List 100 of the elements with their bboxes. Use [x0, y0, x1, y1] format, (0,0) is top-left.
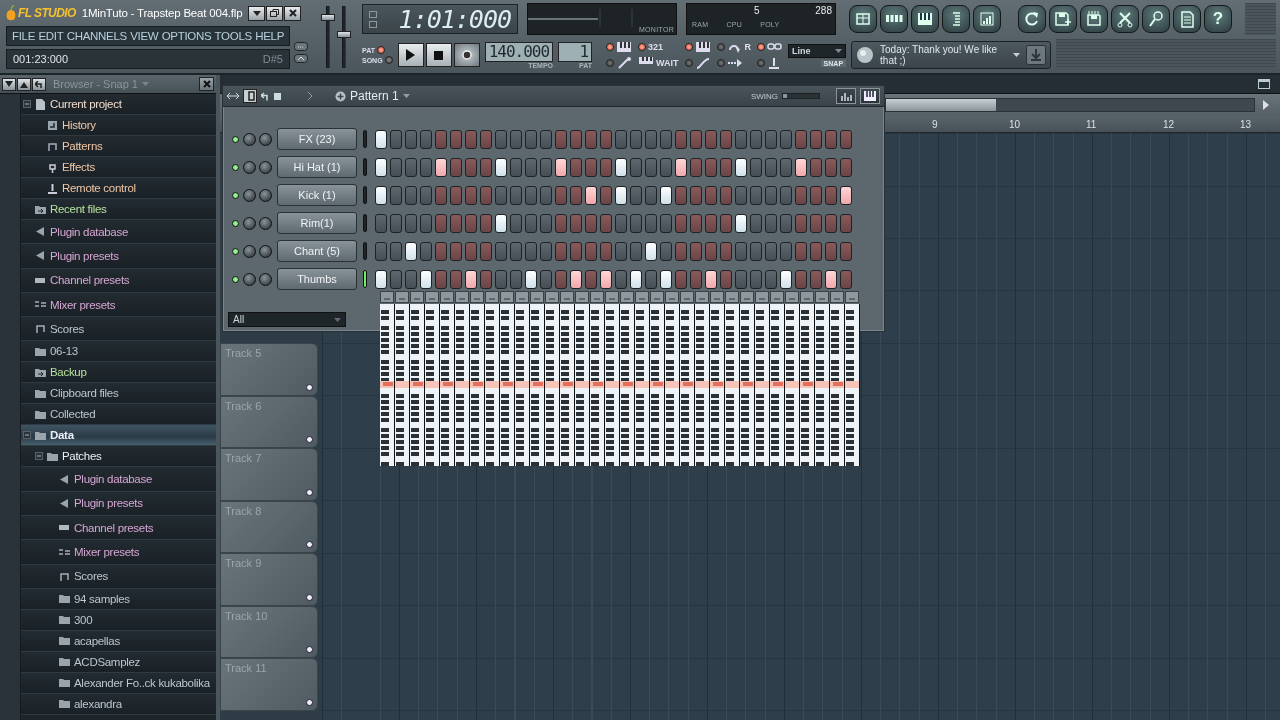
channel-button[interactable]: FX (23): [277, 128, 357, 150]
toggle-button[interactable]: 321: [638, 39, 679, 55]
channel-led[interactable]: [232, 163, 239, 171]
browser-item[interactable]: ACDSamplez: [21, 651, 216, 673]
piano-button[interactable]: [911, 5, 939, 33]
close-button[interactable]: [199, 77, 214, 91]
browser-item[interactable]: Recent files: [21, 199, 216, 220]
track-led-icon[interactable]: [306, 488, 313, 496]
slider-thumb[interactable]: [321, 14, 335, 22]
volume-knob[interactable]: [259, 188, 272, 202]
channel-led[interactable]: [232, 247, 239, 255]
menu-item[interactable]: OPTIONS: [160, 30, 213, 42]
browser-item[interactable]: Plugin database: [21, 467, 216, 492]
channel-led[interactable]: [232, 275, 239, 283]
step-button[interactable]: [660, 185, 672, 205]
volume-knob[interactable]: [259, 132, 272, 146]
menu-item[interactable]: VIEW: [129, 30, 160, 42]
stop-button[interactable]: [425, 43, 452, 67]
channel-led[interactable]: [232, 219, 239, 227]
browser-item[interactable]: Plugin database: [21, 220, 216, 245]
channel-led[interactable]: [232, 135, 239, 143]
browser-item[interactable]: Data: [21, 425, 216, 447]
browser-item[interactable]: Alexander Fo..ck kukabolika: [21, 672, 216, 694]
filter-dropdown[interactable]: All: [228, 312, 346, 327]
scrollbar[interactable]: [885, 98, 1255, 112]
step-button[interactable]: [825, 269, 837, 289]
toggle-button[interactable]: WAIT: [638, 55, 679, 71]
browser-item[interactable]: 06-13: [21, 341, 216, 363]
tempo-display[interactable]: 140.000: [484, 41, 554, 62]
step-button[interactable]: [570, 269, 582, 289]
step-button[interactable]: [840, 185, 852, 205]
step-button[interactable]: [465, 269, 477, 289]
step-sequencer-button[interactable]: [880, 5, 908, 33]
toggle-button[interactable]: [684, 39, 711, 55]
menu-item[interactable]: CHANNELS: [65, 30, 128, 42]
record-button[interactable]: [453, 43, 480, 67]
browser-item[interactable]: Channel presets: [21, 268, 216, 293]
step-button[interactable]: [735, 213, 747, 233]
browser-item[interactable]: Plugin presets: [21, 491, 216, 517]
pan-knob[interactable]: [243, 188, 256, 202]
step-button[interactable]: [645, 241, 657, 261]
save-button[interactable]: [1080, 5, 1108, 33]
help-button[interactable]: ?: [1204, 5, 1232, 33]
browser-item[interactable]: Plugin presets: [21, 244, 216, 269]
window-icon[interactable]: [1258, 79, 1270, 89]
browser-item[interactable]: 94 samples: [21, 588, 216, 610]
menu-item[interactable]: TOOLS: [213, 30, 253, 42]
step-button[interactable]: [675, 157, 687, 177]
browser-item[interactable]: Patches: [21, 446, 216, 468]
restore-button[interactable]: [266, 5, 284, 21]
volume-knob[interactable]: [259, 160, 272, 174]
save-new-button[interactable]: [1049, 5, 1077, 33]
volume-knob[interactable]: [259, 244, 272, 258]
step-button[interactable]: [375, 157, 387, 177]
pan-knob[interactable]: [243, 160, 256, 174]
browser-item[interactable]: Patterns: [21, 136, 216, 157]
track-led-icon[interactable]: [306, 383, 313, 391]
back-button[interactable]: [32, 77, 46, 91]
list-button[interactable]: [942, 5, 970, 33]
browser-item[interactable]: Current project: [21, 94, 216, 115]
pattern-selector[interactable]: Pattern 1: [317, 89, 410, 103]
browser-item[interactable]: Backup: [21, 362, 216, 384]
channel-button[interactable]: Kick (1): [277, 184, 357, 206]
step-button[interactable]: [795, 157, 807, 177]
slider-thumb[interactable]: [337, 30, 351, 38]
small-button-icon[interactable]: [294, 54, 308, 63]
minimize-button[interactable]: [248, 5, 266, 21]
expander-icon[interactable]: [35, 452, 43, 461]
stop-icon[interactable]: [274, 92, 281, 100]
swing-slider[interactable]: [782, 93, 820, 99]
step-button[interactable]: [495, 157, 507, 177]
channel-button[interactable]: Thumbs: [277, 268, 357, 290]
pan-knob[interactable]: [243, 132, 256, 146]
menu-item[interactable]: HELP: [254, 30, 285, 42]
track-led-icon[interactable]: [306, 436, 313, 443]
step-button[interactable]: [615, 185, 627, 205]
arrow-right-icon[interactable]: [1261, 99, 1271, 111]
pan-knob[interactable]: [243, 216, 256, 230]
browser-item[interactable]: Scores: [21, 564, 216, 589]
step-button[interactable]: [735, 157, 747, 177]
track-led-icon[interactable]: [306, 646, 313, 653]
snap-dropdown[interactable]: Line: [788, 43, 847, 58]
volume-knob[interactable]: [259, 216, 272, 230]
track-led-icon[interactable]: [306, 593, 313, 601]
close-button[interactable]: [284, 5, 302, 21]
menu-item[interactable]: FILE: [11, 30, 37, 42]
document-button[interactable]: [1173, 5, 1201, 33]
step-button[interactable]: [525, 269, 537, 289]
volume-knob[interactable]: [259, 272, 272, 286]
arrow-right-icon[interactable]: [307, 92, 313, 100]
browser-item[interactable]: Mixer presets: [21, 292, 216, 318]
select-indicator[interactable]: [363, 270, 367, 288]
browser-item[interactable]: Channel presets: [21, 516, 216, 541]
bar-chart-button[interactable]: [973, 5, 1001, 33]
browser-item[interactable]: History: [21, 115, 216, 136]
scissors-button[interactable]: [1111, 5, 1139, 33]
refresh-button[interactable]: [1018, 5, 1046, 33]
step-button[interactable]: [585, 185, 597, 205]
small-button-icon[interactable]: [294, 42, 308, 51]
browser-item[interactable]: 300: [21, 609, 216, 631]
